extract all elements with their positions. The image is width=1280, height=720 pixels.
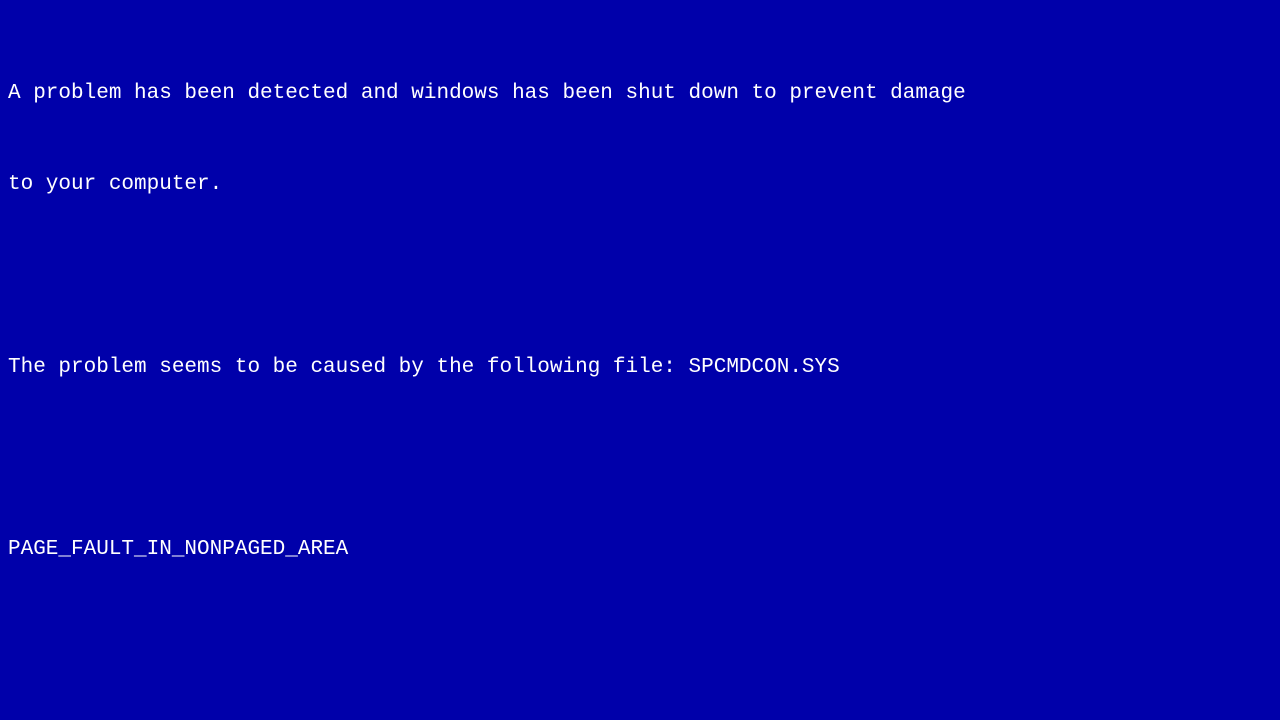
bsod-line-2: to your computer. [8,170,1272,200]
bsod-spacer-1 [8,262,1272,292]
bsod-line-1: A problem has been detected and windows … [8,79,1272,109]
bsod-error-code: PAGE_FAULT_IN_NONPAGED_AREA [8,535,1272,565]
bsod-screen: A problem has been detected and windows … [0,0,1280,720]
bsod-spacer-3 [8,627,1272,657]
bsod-line-3: The problem seems to be caused by the fo… [8,353,1272,383]
bsod-spacer-2 [8,444,1272,474]
